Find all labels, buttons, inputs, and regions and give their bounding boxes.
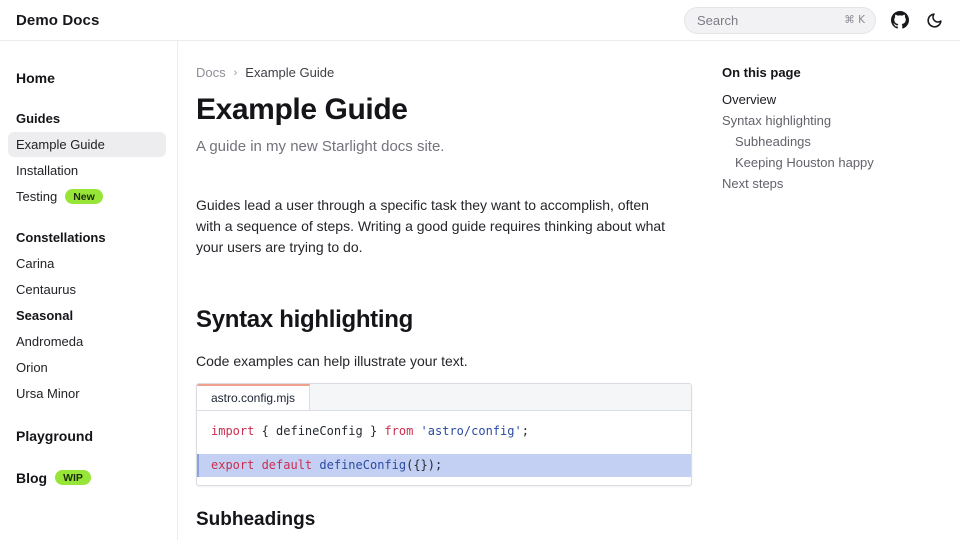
sidebar-group-label: Seasonal	[16, 308, 73, 323]
github-link[interactable]	[890, 10, 910, 30]
sidebar-item-ursa-minor[interactable]: Ursa Minor	[8, 381, 166, 406]
sidebar-group-seasonal: Seasonal	[8, 303, 166, 328]
sidebar-group-label: Constellations	[16, 230, 106, 245]
sidebar-item-playground[interactable]: Playground	[8, 423, 166, 448]
sidebar-group-constellations: Constellations	[8, 225, 166, 250]
site-title[interactable]: Demo Docs	[16, 12, 99, 29]
page-lead: A guide in my new Starlight docs site.	[196, 138, 674, 155]
sidebar-item-label: Playground	[16, 428, 93, 444]
code-token-plain: { defineConfig }	[254, 424, 384, 438]
github-icon	[891, 11, 909, 29]
toc-item-subheadings[interactable]: Subheadings	[722, 131, 960, 152]
theme-toggle[interactable]	[924, 10, 944, 30]
toc-title: On this page	[722, 65, 960, 80]
code-intro-paragraph: Code examples can help illustrate your t…	[196, 353, 674, 369]
sidebar-item-label: Blog	[16, 470, 47, 486]
sidebar-group-guides: Guides	[8, 106, 166, 131]
heading-syntax-highlighting: Syntax highlighting	[196, 306, 674, 334]
sidebar-item-home[interactable]: Home	[8, 65, 166, 90]
wip-badge: WIP	[55, 470, 91, 486]
toc-item-syntax-highlighting[interactable]: Syntax highlighting	[722, 110, 960, 131]
sidebar-item-testing[interactable]: Testing New	[8, 184, 166, 209]
sidebar-item-label: Centaurus	[16, 282, 76, 297]
sidebar-item-blog[interactable]: Blog WIP	[8, 465, 166, 490]
intro-paragraph: Guides lead a user through a specific ta…	[196, 195, 668, 258]
search-input[interactable]	[697, 13, 844, 28]
sidebar-item-orion[interactable]: Orion	[8, 355, 166, 380]
code-token-string: 'astro/config'	[421, 424, 522, 438]
sidebar-item-carina[interactable]: Carina	[8, 251, 166, 276]
toc-item-keeping-houston-happy[interactable]: Keeping Houston happy	[722, 152, 960, 173]
sidebar-item-label: Home	[16, 70, 55, 86]
sidebar-item-label: Installation	[16, 163, 78, 178]
breadcrumb-docs-link[interactable]: Docs	[196, 65, 226, 80]
code-token-keyword: export default	[211, 458, 312, 472]
sidebar-item-label: Carina	[16, 256, 54, 271]
sidebar-nav: Home Guides Example Guide Installation T…	[0, 41, 178, 540]
code-token-plain: ;	[522, 424, 529, 438]
new-badge: New	[65, 189, 103, 205]
sidebar-item-label: Ursa Minor	[16, 386, 80, 401]
moon-icon	[926, 12, 943, 29]
search-shortcut: ⌘ K	[844, 14, 865, 26]
code-token-plain: ({});	[406, 458, 442, 472]
sidebar-item-label: Andromeda	[16, 334, 83, 349]
site-header: Demo Docs ⌘ K	[0, 0, 960, 41]
code-line-1: import { defineConfig } from 'astro/conf…	[197, 421, 691, 442]
code-token-function: defineConfig	[319, 458, 406, 472]
sidebar-item-label: Orion	[16, 360, 48, 375]
breadcrumb-current: Example Guide	[245, 65, 334, 80]
toc-item-overview[interactable]: Overview	[722, 89, 960, 110]
sidebar-item-centaurus[interactable]: Centaurus	[8, 277, 166, 302]
sidebar-item-andromeda[interactable]: Andromeda	[8, 329, 166, 354]
code-tab-astro-config[interactable]: astro.config.mjs	[197, 384, 310, 410]
sidebar-item-label: Testing	[16, 189, 57, 204]
breadcrumb: Docs › Example Guide	[196, 65, 674, 80]
code-body: import { defineConfig } from 'astro/conf…	[197, 411, 691, 485]
sidebar-item-example-guide[interactable]: Example Guide	[8, 132, 166, 157]
code-token-keyword: import	[211, 424, 254, 438]
code-tab-bar: astro.config.mjs	[197, 384, 691, 411]
table-of-contents: On this page Overview Syntax highlightin…	[692, 41, 960, 540]
code-line-2-highlighted: export default defineConfig({});	[197, 454, 691, 477]
heading-subheadings: Subheadings	[196, 509, 674, 531]
search-button[interactable]: ⌘ K	[684, 7, 876, 34]
sidebar-item-label: Example Guide	[16, 137, 105, 152]
toc-item-next-steps[interactable]: Next steps	[722, 173, 960, 194]
code-token-plain	[413, 424, 420, 438]
code-token-keyword: from	[384, 424, 413, 438]
code-block: astro.config.mjs import { defineConfig }…	[196, 383, 692, 486]
sidebar-item-installation[interactable]: Installation	[8, 158, 166, 183]
sidebar-group-label: Guides	[16, 111, 60, 126]
page-title: Example Guide	[196, 93, 674, 127]
chevron-right-icon: ›	[234, 67, 238, 79]
header-actions: ⌘ K	[684, 7, 944, 34]
page-body: Home Guides Example Guide Installation T…	[0, 41, 960, 540]
article: Docs › Example Guide Example Guide A gui…	[178, 41, 692, 540]
